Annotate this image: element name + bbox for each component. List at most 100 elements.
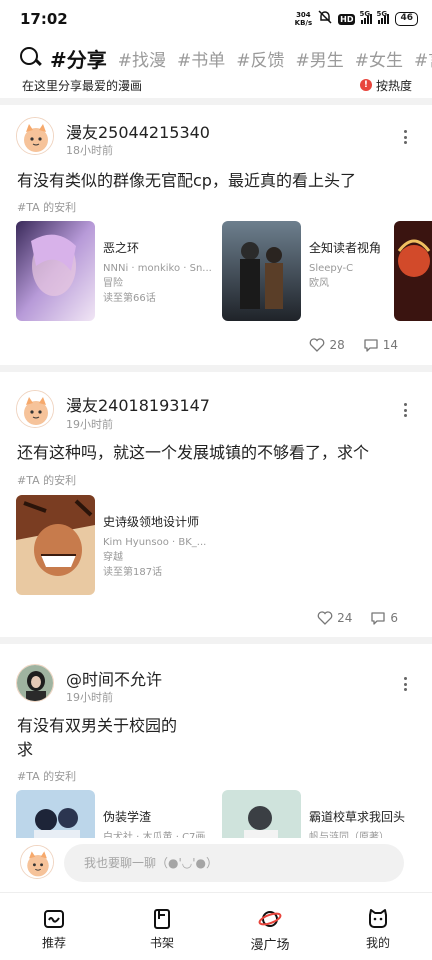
nav-comic-square[interactable]: 漫广场 (216, 893, 324, 960)
divider (0, 98, 432, 105)
comic-info: 伪装学渣 白犬社 · 木瓜黄 · C7画 (103, 808, 213, 838)
signal-icon: 5G (359, 10, 373, 24)
planet-icon (258, 911, 282, 927)
nav-recommend[interactable]: 推荐 (0, 893, 108, 960)
comic-card[interactable]: 霸道校草求我回头 帆与涟同（原著） (222, 790, 422, 838)
comic-info: 恶之环 NNNi · monkiko · Sn... 冒险 读至第66话 (103, 239, 213, 306)
comic-card[interactable]: 全知读者视角 Sleepy-C 欧风 (222, 221, 392, 321)
nav-bookshelf[interactable]: 书架 (108, 893, 216, 960)
subheader-text: 在这里分享最爱的漫画 (22, 78, 143, 93)
post-card[interactable]: @时间不允许 19小时前 有没有双男关于校园的 求 #TA 的安利 伪装学渣 白… (0, 644, 432, 838)
comic-cover (16, 790, 95, 838)
signal-icon: 5G (376, 10, 390, 24)
post-time: 19小时前 (66, 691, 113, 704)
avatar[interactable] (16, 664, 54, 702)
post-card[interactable]: 漫友24018193147 19小时前 还有这种吗，就这一个发展城镇的不够看了，… (0, 372, 432, 637)
avatar[interactable] (16, 390, 54, 428)
comic-title: 恶之环 (103, 241, 140, 255)
comic-info: 霸道校草求我回头 帆与涟同（原著） (309, 808, 419, 838)
comment-count: 14 (382, 338, 398, 352)
comic-title: 史诗级领地设计师 (103, 515, 200, 529)
my-avatar[interactable] (20, 845, 54, 879)
comic-card[interactable]: 伪装学渣 白犬社 · 木瓜黄 · C7画 (16, 790, 216, 838)
comic-title: 伪装学渣 (103, 810, 152, 824)
battery-indicator: 46 (395, 12, 418, 26)
comic-cover (222, 221, 301, 321)
status-indicators: 304 KB/s HD 5G 5G 46 (295, 10, 418, 28)
post-card[interactable]: 漫友25044215340 18小时前 有没有类似的群像无官配cp，最近真的看上… (0, 105, 432, 365)
comic-cover (16, 221, 95, 321)
hd-badge: HD (338, 13, 356, 25)
comic-progress: 读至第66话 (103, 293, 156, 304)
comment-button[interactable]: 6 (370, 611, 398, 625)
like-count: 28 (329, 338, 345, 352)
profile-cat-icon (369, 909, 387, 928)
comic-progress: 读至第187话 (103, 567, 163, 578)
tab-find-comics[interactable]: #找漫 (118, 46, 166, 71)
tab-book-list[interactable]: #书单 (177, 46, 225, 71)
post-text: 还有这种吗，就这一个发展城镇的不够看了，求个 (17, 443, 370, 462)
like-count: 24 (337, 611, 353, 625)
like-button[interactable]: 24 (317, 611, 352, 625)
heart-icon (317, 611, 333, 625)
comic-cover (394, 221, 432, 321)
comic-authors: 白犬社 · 木瓜黄 · C7画 (103, 832, 206, 838)
comic-genre: 穿越 (103, 552, 123, 563)
avatar[interactable] (16, 117, 54, 155)
more-options-icon[interactable] (398, 674, 412, 694)
username[interactable]: 漫友25044215340 (66, 119, 210, 143)
comic-authors: Kim Hyunsoo · BK_... (103, 537, 207, 548)
comic-info: 史诗级领地设计师 Kim Hyunsoo · BK_... 穿越 读至第187话 (103, 513, 213, 580)
tab-share[interactable]: #分享 (50, 44, 107, 73)
post-time: 19小时前 (66, 418, 113, 431)
sort-by-hot-button[interactable]: ! 按热度 (359, 77, 412, 94)
comic-genre: 冒险 (103, 278, 123, 289)
comic-authors: 帆与涟同（原著） (309, 832, 389, 838)
more-options-icon[interactable] (398, 127, 412, 147)
status-bar: 17:02 304 KB/s HD 5G 5G 46 (0, 0, 432, 38)
post-text: 有没有类似的群像无官配cp，最近真的看上头了 (17, 171, 356, 190)
comment-count: 6 (390, 611, 398, 625)
comment-input[interactable] (64, 844, 404, 882)
post-text: 有没有双男关于校园的 求 (17, 716, 178, 759)
comment-icon (364, 339, 378, 352)
post-stats: 28 14 (309, 338, 398, 352)
category-tabs: #分享 #找漫 #书单 #反馈 #男生 #女生 #言情 (0, 42, 432, 74)
more-options-icon[interactable] (398, 400, 412, 420)
tab-male[interactable]: #男生 (296, 46, 344, 71)
comic-card[interactable]: 史诗级领地设计师 Kim Hyunsoo · BK_... 穿越 读至第187话 (16, 495, 226, 595)
bookshelf-icon (154, 909, 170, 929)
search-icon[interactable] (18, 45, 44, 71)
divider (0, 637, 432, 644)
bottom-nav: 推荐 书架 漫广场 我的 (0, 892, 432, 960)
post-time: 18小时前 (66, 144, 113, 157)
tab-romance[interactable]: #言情 (414, 46, 432, 71)
recommend-icon (44, 910, 64, 928)
comic-cover (16, 495, 95, 595)
net-speed: 304 KB/s (294, 11, 313, 27)
heart-icon (310, 338, 325, 352)
username[interactable]: 漫友24018193147 (66, 392, 210, 416)
hot-icon: ! (359, 79, 372, 91)
comment-button[interactable]: 14 (363, 338, 398, 352)
post-tag[interactable]: #TA 的安利 (17, 199, 76, 215)
like-button[interactable]: 28 (309, 338, 345, 352)
comic-authors: NNNi · monkiko · Sn... (103, 263, 212, 274)
tab-feedback[interactable]: #反馈 (236, 46, 284, 71)
username[interactable]: @时间不允许 (66, 666, 162, 690)
divider (0, 365, 432, 372)
comment-bar (0, 838, 432, 890)
nav-profile[interactable]: 我的 (324, 893, 432, 960)
post-tag[interactable]: #TA 的安利 (17, 768, 76, 784)
comic-title: 霸道校草求我回头 (309, 810, 406, 824)
subheader: 在这里分享最爱的漫画 ! 按热度 (0, 74, 432, 96)
comment-icon (371, 612, 386, 625)
tab-female[interactable]: #女生 (355, 46, 403, 71)
sort-label: 按热度 (375, 78, 412, 93)
mute-bell-icon (318, 10, 332, 28)
comic-cover (222, 790, 301, 838)
status-time: 17:02 (20, 10, 68, 28)
post-tag[interactable]: #TA 的安利 (17, 472, 76, 488)
comic-card[interactable]: 恶之环 NNNi · monkiko · Sn... 冒险 读至第66话 (16, 221, 216, 321)
comic-card[interactable] (394, 221, 432, 321)
